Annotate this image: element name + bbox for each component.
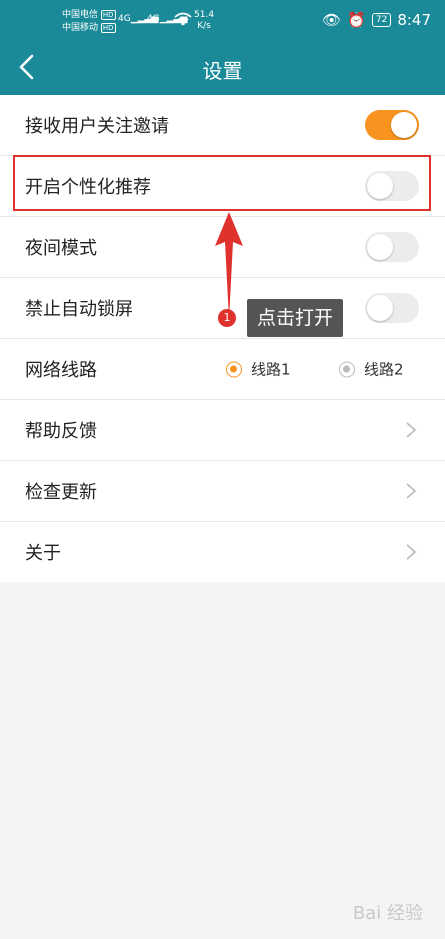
setting-row-check-update[interactable]: 检查更新 xyxy=(0,461,445,522)
network-speed: 51.4 K/s xyxy=(194,10,214,32)
route-1-option[interactable]: 线路1 xyxy=(226,359,291,380)
setting-row-network-route: 网络线路 线路1 线路2 xyxy=(0,339,445,400)
baidu-watermark: Bai 经验 xyxy=(352,903,423,924)
setting-row-receive-follow-invites: 接收用户关注邀请 xyxy=(0,95,445,156)
setting-label: 网络线路 xyxy=(25,360,97,381)
toggle-knob xyxy=(391,112,417,138)
carrier-1: 中国电信 xyxy=(62,10,99,20)
hd-badge: HD xyxy=(100,23,116,33)
speed-unit: K/s xyxy=(197,21,211,31)
alarm-icon: ⏰ xyxy=(347,11,366,29)
radio-selected-icon xyxy=(226,361,242,377)
receive-follow-invites-toggle[interactable] xyxy=(365,110,419,140)
page-title: 设置 xyxy=(202,59,243,83)
setting-label: 检查更新 xyxy=(25,482,97,503)
network-type-1: 4G xyxy=(118,14,131,24)
carrier-info: 中国电信 HD 中国移动 HD xyxy=(62,9,116,35)
setting-row-help-feedback[interactable]: 帮助反馈 xyxy=(0,400,445,461)
nav-bar: 设置 xyxy=(0,42,445,95)
toggle-knob xyxy=(367,295,393,321)
setting-label: 夜间模式 xyxy=(25,238,97,259)
clock-time: 8:47 xyxy=(397,11,431,29)
hd-badge: HD xyxy=(100,10,116,20)
arrow-up-icon xyxy=(215,212,243,320)
chevron-right-icon xyxy=(406,483,417,499)
step-badge: 1 xyxy=(218,309,236,327)
chevron-right-icon xyxy=(406,422,417,438)
speed-value: 51.4 xyxy=(194,10,215,20)
highlight-box xyxy=(13,155,431,211)
radio-unselected-icon xyxy=(339,361,355,377)
toggle-knob xyxy=(367,234,393,260)
setting-label: 禁止自动锁屏 xyxy=(25,299,133,320)
disable-auto-lock-toggle[interactable] xyxy=(365,293,419,323)
carrier-2: 中国移动 xyxy=(62,23,99,33)
setting-label: 接收用户关注邀请 xyxy=(25,116,169,137)
setting-label: 帮助反馈 xyxy=(25,421,97,442)
setting-row-about[interactable]: 关于 xyxy=(0,522,445,582)
top-bar: 中国电信 HD 中国移动 HD 4G▁▂▃▅ 4G▁▂▃▅ 51.4 K/s 👁… xyxy=(0,0,445,95)
status-bar: 中国电信 HD 中国移动 HD 4G▁▂▃▅ 4G▁▂▃▅ 51.4 K/s 👁… xyxy=(0,0,445,42)
route-2-label: 线路2 xyxy=(364,360,404,379)
night-mode-toggle[interactable] xyxy=(365,232,419,262)
network-type-2: 4G xyxy=(147,14,160,24)
status-right: 👁 ⏰ 72 8:47 xyxy=(322,11,431,29)
setting-label: 关于 xyxy=(25,543,61,564)
tooltip-label: 点击打开 xyxy=(247,299,344,337)
route-2-option[interactable]: 线路2 xyxy=(339,359,404,380)
battery-icon: 72 xyxy=(371,13,392,27)
route-1-label: 线路1 xyxy=(251,360,291,379)
chevron-right-icon xyxy=(406,544,417,560)
wifi-icon xyxy=(174,12,192,26)
eye-icon: 👁 xyxy=(322,11,342,29)
